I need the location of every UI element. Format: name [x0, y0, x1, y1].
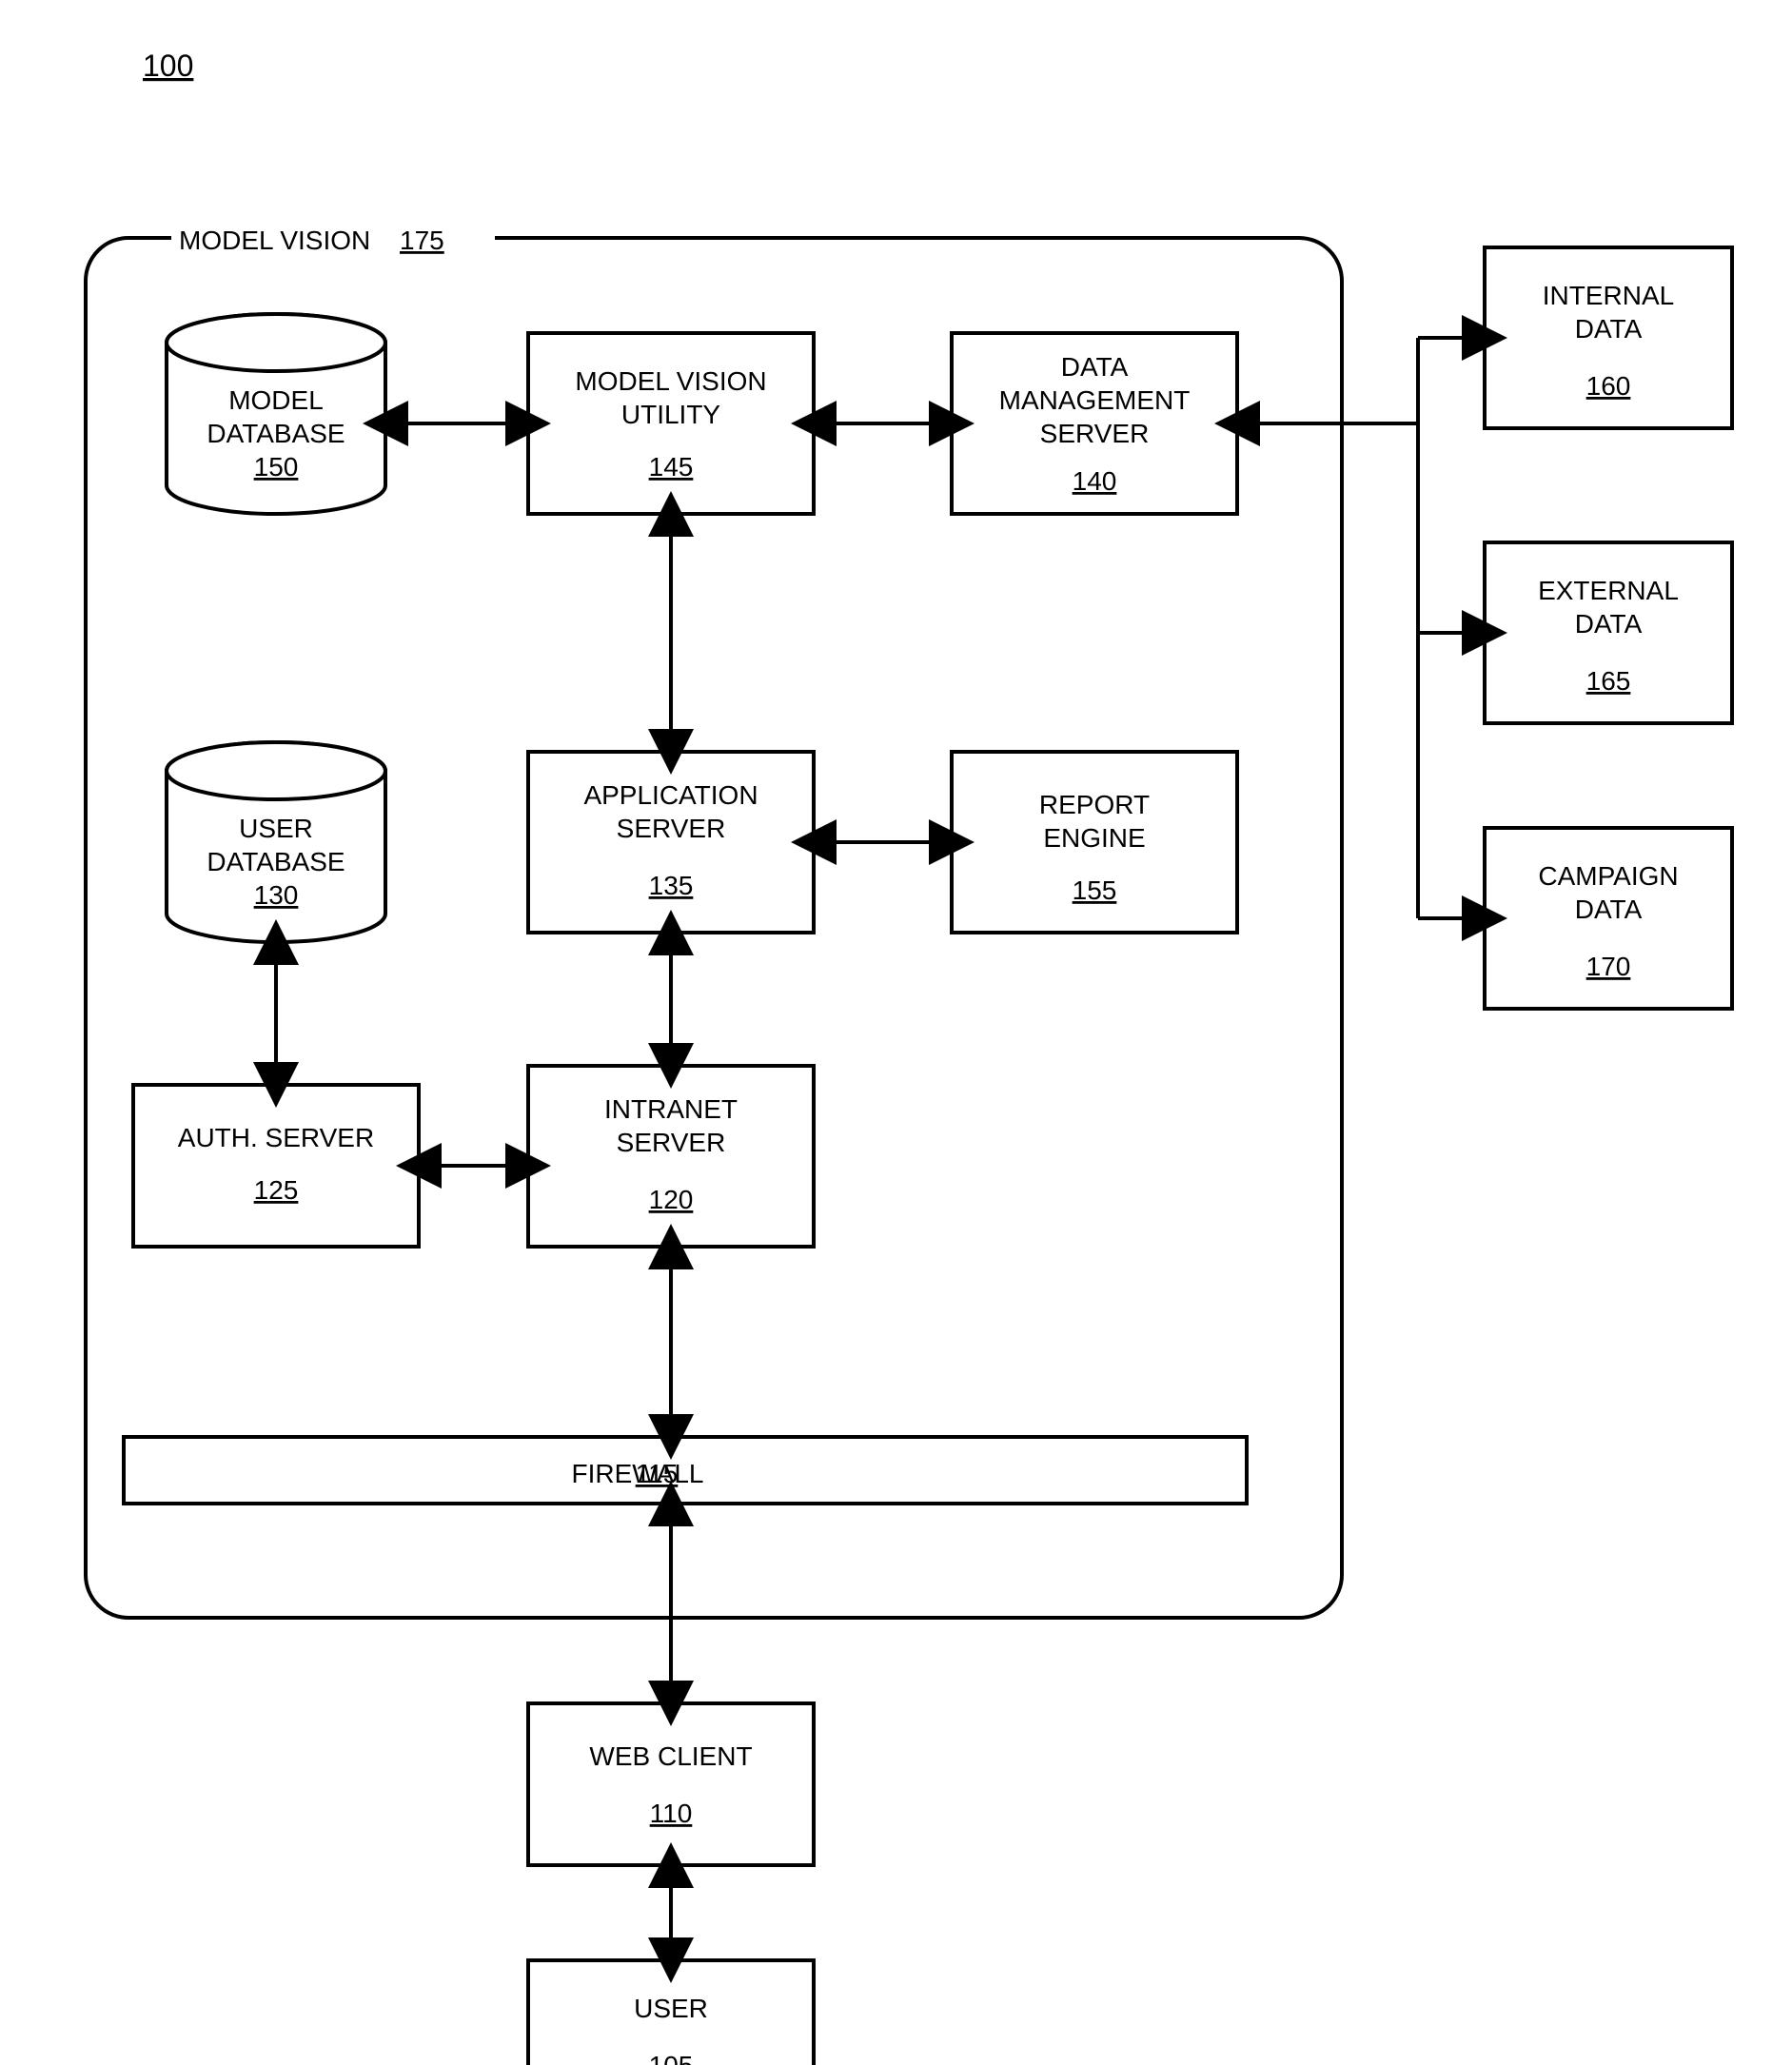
- internal-data-node: INTERNAL DATA 160: [1485, 247, 1732, 428]
- intranet-label-1: INTRANET: [604, 1094, 738, 1124]
- data-mgmt-server-node: DATA MANAGEMENT SERVER 140: [952, 333, 1237, 514]
- web-client-node: WEB CLIENT 110: [528, 1703, 814, 1865]
- external-data-label-1: EXTERNAL: [1538, 576, 1679, 605]
- dms-label-1: DATA: [1061, 352, 1129, 382]
- web-client-ref: 110: [650, 1799, 693, 1828]
- auth-server-node: AUTH. SERVER 125: [133, 1085, 419, 1247]
- connections: [276, 338, 1485, 1960]
- intranet-server-node: INTRANET SERVER 120: [528, 1066, 814, 1247]
- internal-data-label-2: DATA: [1575, 314, 1643, 344]
- web-client-label: WEB CLIENT: [589, 1741, 752, 1771]
- campaign-data-label-2: DATA: [1575, 895, 1643, 924]
- model-vision-utility-label-1: MODEL VISION: [575, 366, 766, 396]
- figure-ref: 100: [143, 49, 193, 83]
- user-label: USER: [634, 1994, 708, 2023]
- campaign-data-label-1: CAMPAIGN: [1538, 861, 1678, 891]
- internal-data-ref: 160: [1586, 371, 1631, 401]
- dms-ref: 140: [1073, 466, 1117, 496]
- user-ref: 105: [649, 2051, 694, 2065]
- external-data-label-2: DATA: [1575, 609, 1643, 639]
- auth-server-ref: 125: [254, 1175, 299, 1205]
- group-ref: 175: [400, 226, 444, 255]
- dms-label-2: MANAGEMENT: [999, 385, 1191, 415]
- intranet-label-2: SERVER: [617, 1128, 726, 1157]
- architecture-diagram: 100 MODEL VISION 175 MODELDATABASE 150 U…: [0, 0, 1792, 2065]
- intranet-ref: 120: [649, 1185, 694, 1214]
- model-vision-utility-node: MODEL VISION UTILITY 145: [528, 333, 814, 514]
- user-database-ref: 130: [254, 880, 299, 910]
- report-engine-ref: 155: [1073, 875, 1117, 905]
- firewall-ref: 115: [636, 1459, 679, 1488]
- model-database-node: MODELDATABASE 150: [167, 314, 385, 514]
- app-server-label-2: SERVER: [617, 814, 726, 843]
- auth-server-label: AUTH. SERVER: [178, 1123, 374, 1152]
- group-label: MODEL VISION: [179, 226, 370, 255]
- external-data-node: EXTERNAL DATA 165: [1485, 542, 1732, 723]
- model-database-ref: 150: [254, 452, 299, 482]
- dms-label-3: SERVER: [1040, 419, 1150, 448]
- firewall-node: FIREWALL 115: [124, 1437, 1247, 1504]
- user-node: USER 105: [528, 1960, 814, 2065]
- external-data-ref: 165: [1586, 666, 1631, 696]
- campaign-data-node: CAMPAIGN DATA 170: [1485, 828, 1732, 1009]
- internal-data-label-1: INTERNAL: [1543, 281, 1674, 310]
- user-database-node: USERDATABASE 130: [167, 742, 385, 942]
- app-server-label-1: APPLICATION: [583, 780, 758, 810]
- report-engine-node: REPORT ENGINE 155: [952, 752, 1237, 933]
- campaign-data-ref: 170: [1586, 952, 1631, 981]
- model-vision-utility-label-2: UTILITY: [621, 400, 721, 429]
- application-server-node: APPLICATION SERVER 135: [528, 752, 814, 933]
- report-engine-label-2: ENGINE: [1043, 823, 1145, 853]
- model-vision-utility-ref: 145: [649, 452, 694, 482]
- report-engine-label-1: REPORT: [1039, 790, 1150, 819]
- app-server-ref: 135: [649, 871, 694, 900]
